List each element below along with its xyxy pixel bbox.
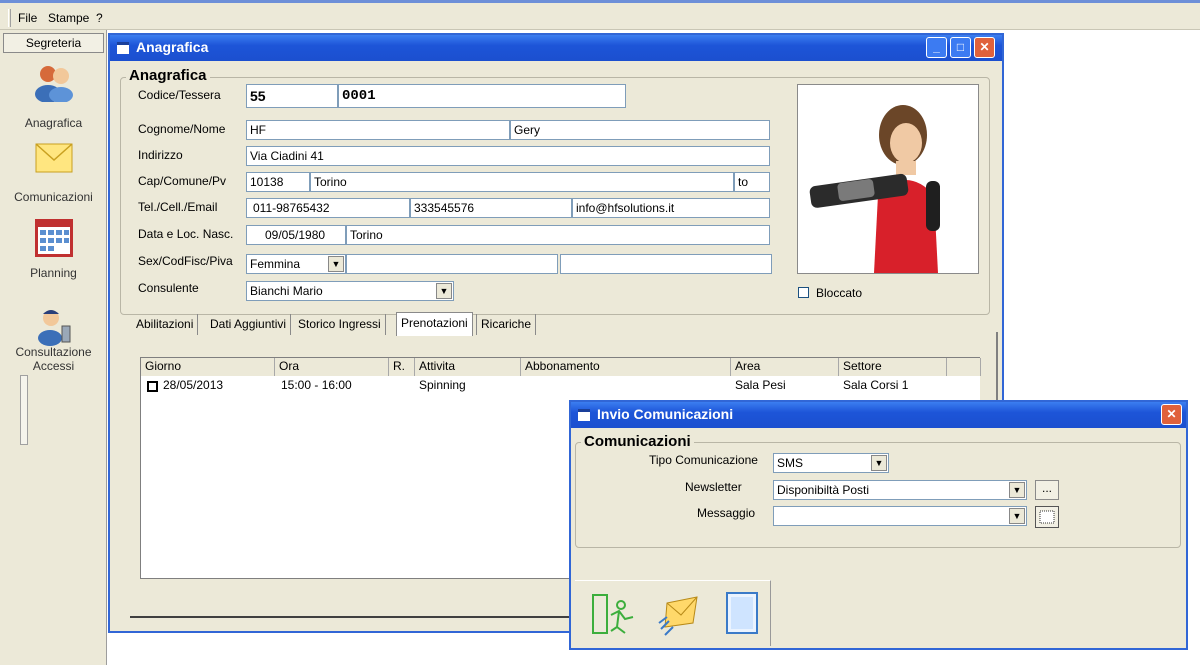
tel-field[interactable]: 011-98765432: [246, 198, 410, 218]
document-icon[interactable]: [717, 589, 767, 639]
row-attivita: Spinning: [419, 378, 466, 392]
data-nascita-field[interactable]: 09/05/1980: [246, 225, 346, 245]
newsletter-select[interactable]: Disponibiltà Posti ▼: [773, 480, 1027, 500]
row-checkbox[interactable]: [147, 381, 158, 392]
user-access-icon[interactable]: [34, 306, 74, 346]
col-attivita[interactable]: Attivita: [415, 358, 521, 376]
sidebar-item-comunicazioni[interactable]: Comunicazioni: [0, 190, 107, 204]
piva-field[interactable]: [560, 254, 772, 274]
consulente-select[interactable]: Bianchi Mario ▼: [246, 281, 454, 301]
chevron-down-icon[interactable]: ▼: [328, 256, 344, 272]
cell-field[interactable]: 333545576: [410, 198, 572, 218]
sidebar: Segreteria Anagrafica Comunicazioni Plan…: [0, 30, 107, 665]
row-area: Sala Pesi: [735, 378, 786, 392]
maximize-button[interactable]: □: [950, 37, 971, 58]
email-field[interactable]: info@hfsolutions.it: [572, 198, 770, 218]
consulente-label: Consulente: [138, 281, 199, 295]
bloccato-label: Bloccato: [816, 286, 863, 300]
tel-label: Tel./Cell./Email: [138, 200, 218, 214]
nome-field[interactable]: Gery: [510, 120, 770, 140]
profile-photo[interactable]: [797, 84, 979, 274]
cognome-field[interactable]: HF: [246, 120, 510, 140]
col-abbonamento[interactable]: Abbonamento: [521, 358, 731, 376]
sex-select[interactable]: Femmina ▼: [246, 254, 346, 274]
menu-help[interactable]: ?: [96, 11, 103, 25]
window-icon: [578, 409, 590, 421]
minimize-button[interactable]: _: [926, 37, 947, 58]
menu-grip: [8, 9, 11, 27]
comune-field[interactable]: Torino: [310, 172, 734, 192]
chevron-down-icon[interactable]: ▼: [1009, 508, 1025, 524]
bloccato-checkbox[interactable]: [798, 287, 809, 298]
tipo-label: Tipo Comunicazione: [649, 453, 758, 467]
cap-label: Cap/Comune/Pv: [138, 174, 227, 188]
sidebar-item-anagrafica[interactable]: Anagrafica: [0, 116, 107, 130]
user-group-icon[interactable]: [34, 62, 74, 103]
exit-icon[interactable]: [589, 589, 639, 639]
newsletter-browse-button[interactable]: ...: [1035, 480, 1059, 500]
codice-label: Codice/Tessera: [138, 88, 221, 102]
window-icon: [117, 42, 129, 54]
send-mail-icon[interactable]: [655, 589, 705, 639]
cognome-label: Cognome/Nome: [138, 122, 226, 136]
invio-titlebar[interactable]: Invio Comunicazioni ✕: [571, 402, 1186, 428]
indirizzo-field[interactable]: Via Ciadini 41: [246, 146, 770, 166]
loc-nascita-field[interactable]: Torino: [346, 225, 770, 245]
toolbar: [575, 580, 771, 646]
codfisc-field[interactable]: [346, 254, 558, 274]
sidebar-header[interactable]: Segreteria: [3, 33, 104, 53]
menu-file[interactable]: File: [18, 11, 37, 25]
chevron-down-icon[interactable]: ▼: [871, 455, 887, 471]
consulente-value: Bianchi Mario: [250, 284, 323, 298]
text-box-icon: [1039, 510, 1055, 524]
row-ora: 15:00 - 16:00: [281, 378, 352, 392]
anagrafica-titlebar[interactable]: Anagrafica _ □ ✕: [110, 35, 1002, 61]
row-giorno: 28/05/2013: [163, 378, 224, 392]
message-editor-button[interactable]: [1035, 506, 1059, 528]
menu-stampe[interactable]: Stampe: [48, 11, 89, 25]
col-giorno[interactable]: Giorno: [141, 358, 275, 376]
invio-comunicazioni-window: Invio Comunicazioni ✕ Comunicazioni Tipo…: [569, 400, 1188, 650]
codice-field[interactable]: 55: [246, 84, 338, 108]
col-filler: [947, 358, 981, 376]
sidebar-scrollbar[interactable]: [20, 375, 28, 445]
sex-label: Sex/CodFisc/Piva: [138, 254, 233, 268]
col-settore[interactable]: Settore: [839, 358, 947, 376]
col-ora[interactable]: Ora: [275, 358, 389, 376]
messaggio-select[interactable]: ▼: [773, 506, 1027, 526]
messaggio-label: Messaggio: [697, 506, 756, 520]
close-button[interactable]: ✕: [974, 37, 995, 58]
row-settore: Sala Corsi 1: [843, 378, 909, 392]
pv-field[interactable]: to: [734, 172, 770, 192]
sidebar-item-planning[interactable]: Planning: [0, 266, 107, 280]
invio-title: Invio Comunicazioni: [597, 406, 734, 422]
nascita-label: Data e Loc. Nasc.: [138, 227, 234, 241]
tipo-select[interactable]: SMS ▼: [773, 453, 889, 473]
chevron-down-icon[interactable]: ▼: [436, 283, 452, 299]
tessera-field[interactable]: 0001: [338, 84, 626, 108]
person-photo-icon: [809, 105, 940, 273]
chevron-down-icon[interactable]: ▼: [1009, 482, 1025, 498]
anagrafica-group-title: Anagrafica: [126, 67, 210, 84]
calendar-grid-icon[interactable]: [34, 218, 74, 258]
sidebar-item-consultazione[interactable]: Consultazione Accessi: [0, 345, 107, 373]
newsletter-value: Disponibiltà Posti: [777, 483, 870, 497]
menu-bar: File Stampe ?: [0, 0, 1200, 30]
tipo-value: SMS: [777, 456, 804, 470]
envelope-icon[interactable]: [34, 138, 74, 178]
newsletter-label: Newsletter: [685, 480, 742, 494]
col-r[interactable]: R.: [389, 358, 415, 376]
sex-value: Femmina: [250, 257, 301, 271]
comunicazioni-group-title: Comunicazioni: [581, 433, 694, 450]
cap-field[interactable]: 10138: [246, 172, 310, 192]
col-area[interactable]: Area: [731, 358, 839, 376]
indirizzo-label: Indirizzo: [138, 148, 183, 162]
anagrafica-title: Anagrafica: [136, 39, 209, 55]
close-button[interactable]: ✕: [1161, 404, 1182, 425]
